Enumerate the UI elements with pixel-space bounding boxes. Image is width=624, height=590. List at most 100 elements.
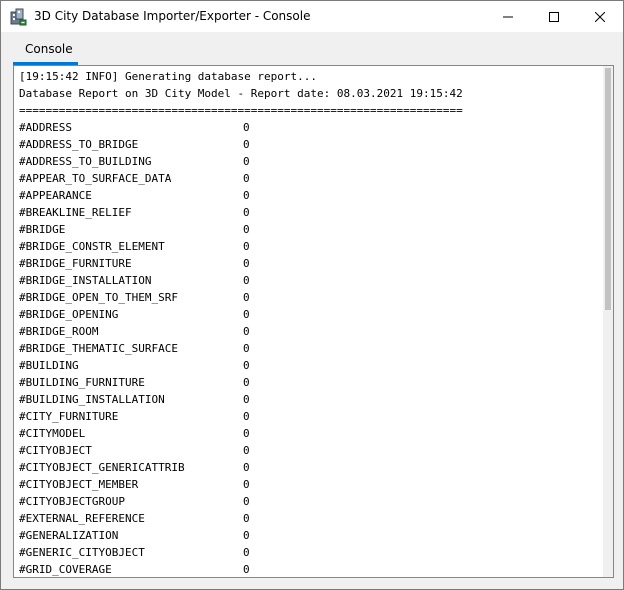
report-row: #CITY_FURNITURE 0 [19,408,604,425]
report-row-value: 0 [243,291,250,304]
scrollbar-thumb[interactable] [605,68,611,310]
tab-strip: Console [1,32,623,65]
report-row-key: #GRID_COVERAGE [19,563,112,576]
report-row-value: 0 [243,325,250,338]
report-row-key: #BRIDGE_INSTALLATION [19,274,152,287]
minimize-icon [503,16,513,17]
console-separator: ========================================… [19,104,463,117]
report-row-value: 0 [243,461,250,474]
report-row-key: #BRIDGE_ROOM [19,325,99,338]
report-row: #GENERIC_CITYOBJECT 0 [19,544,604,561]
report-row-key: #EXTERNAL_REFERENCE [19,512,145,525]
report-row: #BUILDING 0 [19,357,604,374]
report-row: #BRIDGE 0 [19,221,604,238]
report-row-key: #APPEARANCE [19,189,92,202]
report-row-key: #BUILDING_FURNITURE [19,376,145,389]
report-row-key: #GENERIC_CITYOBJECT [19,546,145,559]
report-row-value: 0 [243,240,250,253]
vertical-scrollbar[interactable] [603,66,613,577]
report-row-value: 0 [243,563,250,576]
maximize-button[interactable] [531,1,577,32]
report-row: #BUILDING_INSTALLATION 0 [19,391,604,408]
report-row-key: #BUILDING [19,359,79,372]
report-row: #BRIDGE_OPENING 0 [19,306,604,323]
report-row-key: #BRIDGE_FURNITURE [19,257,132,270]
report-row-key: #BUILDING_INSTALLATION [19,393,165,406]
console-output[interactable]: [19:15:42 INFO] Generating database repo… [13,65,614,578]
report-row-key: #CITYOBJECT_MEMBER [19,478,139,491]
report-row: #BUILDING_FURNITURE 0 [19,374,604,391]
report-row-value: 0 [243,427,250,440]
report-row: #APPEAR_TO_SURFACE_DATA 0 [19,170,604,187]
maximize-icon [549,11,559,22]
report-row-key: #BREAKLINE_RELIEF [19,206,132,219]
report-row-value: 0 [243,257,250,270]
report-row: #CITYOBJECT_MEMBER 0 [19,476,604,493]
report-row-value: 0 [243,376,250,389]
app-icon [9,8,27,26]
report-row-key: #CITYOBJECTGROUP [19,495,125,508]
report-rows: #ADDRESS 0 #ADDRESS_TO_BRIDGE 0 #ADDRESS_TO_… [19,119,604,577]
report-row-key: #BRIDGE_THEMATIC_SURFACE [19,342,178,355]
close-button[interactable] [577,1,623,32]
report-row: #BRIDGE_CONSTR_ELEMENT 0 [19,238,604,255]
report-row-key: #BRIDGE_OPENING [19,308,119,321]
report-row-key: #ADDRESS [19,121,72,134]
report-row-key: #ADDRESS_TO_BUILDING [19,155,152,168]
report-row: #ADDRESS_TO_BRIDGE 0 [19,136,604,153]
console-text: [19:15:42 INFO] Generating database repo… [19,68,604,577]
report-row-value: 0 [243,546,250,559]
report-row-value: 0 [243,529,250,542]
report-row: #BRIDGE_ROOM 0 [19,323,604,340]
report-row: #CITYOBJECT_GENERICATTRIB 0 [19,459,604,476]
report-row: #BRIDGE_THEMATIC_SURFACE 0 [19,340,604,357]
report-row-value: 0 [243,189,250,202]
report-row-key: #BRIDGE_OPEN_TO_THEM_SRF [19,291,178,304]
report-row-value: 0 [243,121,250,134]
report-row-value: 0 [243,155,250,168]
report-row: #BRIDGE_OPEN_TO_THEM_SRF 0 [19,289,604,306]
report-row-value: 0 [243,223,250,236]
window-title: 3D City Database Importer/Exporter - Con… [34,9,311,23]
report-row-key: #CITYOBJECT_GENERICATTRIB [19,461,185,474]
report-row: #BREAKLINE_RELIEF 0 [19,204,604,221]
report-row-key: #ADDRESS_TO_BRIDGE [19,138,139,151]
report-row: #CITYOBJECT 0 [19,442,604,459]
report-row: #BRIDGE_INSTALLATION 0 [19,272,604,289]
tab-console[interactable]: Console [13,38,85,62]
report-row-key: #GENERALIZATION [19,529,119,542]
report-row-value: 0 [243,138,250,151]
report-row-key: #CITYMODEL [19,427,86,440]
report-row-value: 0 [243,444,250,457]
report-row-value: 0 [243,495,250,508]
report-row-value: 0 [243,410,250,423]
report-row-key: #APPEAR_TO_SURFACE_DATA [19,172,172,185]
report-row-value: 0 [243,308,250,321]
report-row-value: 0 [243,342,250,355]
report-row-value: 0 [243,274,250,287]
report-row: #BRIDGE_FURNITURE 0 [19,255,604,272]
report-row: #CITYMODEL 0 [19,425,604,442]
title-bar[interactable]: 3D City Database Importer/Exporter - Con… [1,1,623,32]
report-row: #CITYOBJECTGROUP 0 [19,493,604,510]
report-row-value: 0 [243,359,250,372]
report-row: #GRID_COVERAGE 0 [19,561,604,577]
console-log-line: [19:15:42 INFO] Generating database repo… [19,70,318,83]
report-row-value: 0 [243,206,250,219]
report-row-value: 0 [243,478,250,491]
report-row-key: #CITY_FURNITURE [19,410,119,423]
report-row-key: #BRIDGE_CONSTR_ELEMENT [19,240,165,253]
close-icon [595,11,605,22]
minimize-button[interactable] [485,1,531,32]
report-row: #GENERALIZATION 0 [19,527,604,544]
report-row-key: #CITYOBJECT [19,444,92,457]
report-row: #ADDRESS_TO_BUILDING 0 [19,153,604,170]
console-report-header: Database Report on 3D City Model - Repor… [19,87,463,100]
report-row-value: 0 [243,393,250,406]
report-row-key: #BRIDGE [19,223,66,236]
report-row-value: 0 [243,512,250,525]
report-row: #APPEARANCE 0 [19,187,604,204]
report-row-value: 0 [243,172,250,185]
report-row: #ADDRESS 0 [19,119,604,136]
console-window: 3D City Database Importer/Exporter - Con… [0,0,624,590]
